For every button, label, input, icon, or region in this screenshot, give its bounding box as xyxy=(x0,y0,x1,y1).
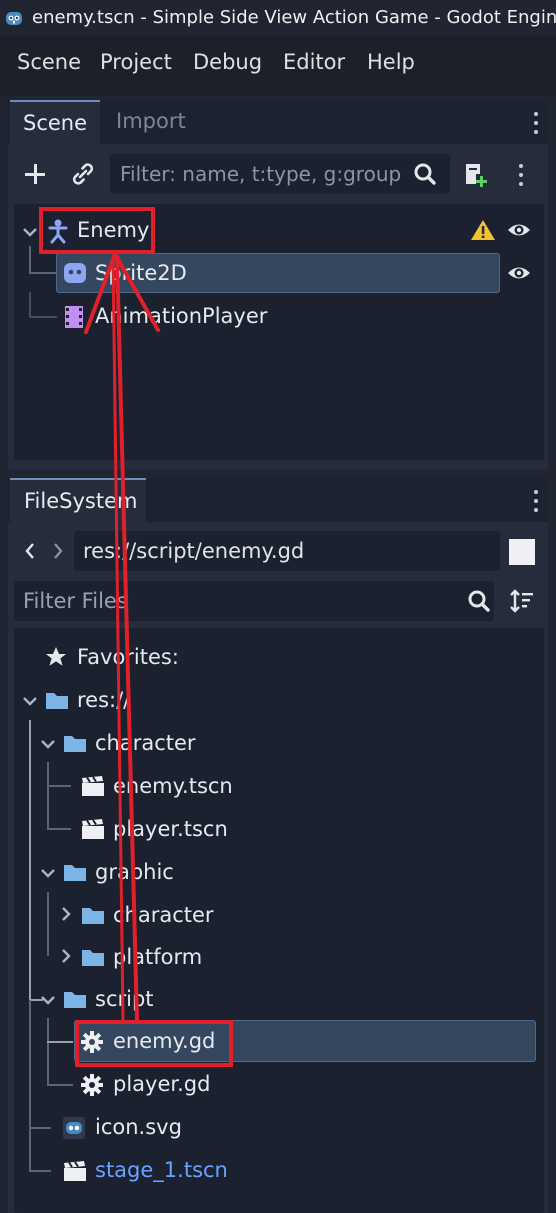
file-stage-1-tscn-label[interactable]: stage_1.tscn xyxy=(95,1158,228,1182)
file-enemy-tscn-label[interactable]: enemy.tscn xyxy=(113,774,233,798)
folder-icon xyxy=(64,865,86,881)
tree-guide-line xyxy=(29,1127,51,1129)
tree-guide-line xyxy=(29,720,31,1000)
godot-image-icon xyxy=(63,1117,85,1139)
tab-filesystem-label: FileSystem xyxy=(24,489,138,513)
tab-scene-label: Scene xyxy=(23,111,88,135)
window-title: enemy.tscn - Simple Side View Action Gam… xyxy=(32,7,556,28)
menu-project[interactable]: Project xyxy=(100,50,172,74)
collapse-arrow-icon[interactable] xyxy=(38,863,58,883)
menu-editor[interactable]: Editor xyxy=(283,50,345,74)
favorites-label[interactable]: Favorites: xyxy=(77,645,179,669)
folder-graphic-character-label[interactable]: character xyxy=(113,903,214,927)
collapse-arrow-icon[interactable] xyxy=(38,990,58,1010)
file-player-gd-label[interactable]: player.gd xyxy=(113,1072,210,1096)
visibility-eye-icon[interactable] xyxy=(506,262,532,284)
back-arrow-icon[interactable] xyxy=(20,540,40,562)
collapse-arrow-icon[interactable] xyxy=(20,222,40,242)
tree-guide-line xyxy=(47,785,71,787)
gear-script-icon xyxy=(81,1074,103,1096)
collapse-arrow-icon[interactable] xyxy=(20,691,40,711)
folder-icon xyxy=(64,736,86,752)
menu-bar: Scene Project Debug Editor Help xyxy=(0,36,556,96)
sprite2d-icon xyxy=(64,263,86,283)
tree-guide-line xyxy=(29,272,57,274)
node-animationplayer-label[interactable]: AnimationPlayer xyxy=(95,304,267,328)
filesystem-dock-menu-icon[interactable] xyxy=(533,488,539,514)
tree-guide-line xyxy=(29,1170,51,1172)
add-node-icon[interactable] xyxy=(18,157,52,191)
filter-files-input[interactable]: Filter Files xyxy=(14,581,494,621)
tab-filesystem[interactable]: FileSystem xyxy=(10,478,146,522)
filter-files-placeholder: Filter Files xyxy=(23,589,128,613)
folder-graphic-label[interactable]: graphic xyxy=(95,860,174,884)
folder-script-label[interactable]: script xyxy=(95,987,154,1011)
annotation-highlight-enemy-gd xyxy=(75,1020,233,1067)
scene-dock-menu-icon[interactable] xyxy=(533,110,539,136)
search-icon xyxy=(414,163,436,185)
file-icon-svg-label[interactable]: icon.svg xyxy=(95,1115,182,1139)
folder-icon xyxy=(64,992,86,1008)
tree-guide-line xyxy=(47,1018,49,1084)
node-sprite2d-label: Sprite2D xyxy=(95,261,187,285)
collapse-arrow-icon[interactable] xyxy=(38,734,58,754)
star-icon xyxy=(46,647,66,666)
godot-logo-icon xyxy=(6,12,22,25)
tree-guide-line xyxy=(29,1000,31,1172)
search-icon xyxy=(468,590,490,612)
tree-guide-line xyxy=(47,828,71,830)
filesystem-path-text: res://script/enemy.gd xyxy=(83,539,305,563)
tree-guide-line xyxy=(29,246,31,274)
menu-scene[interactable]: Scene xyxy=(17,50,81,74)
animation-player-icon xyxy=(65,306,83,328)
folder-icon xyxy=(82,908,104,924)
attach-script-icon[interactable] xyxy=(458,157,492,191)
instantiate-scene-link-icon[interactable] xyxy=(66,157,100,191)
folder-icon xyxy=(46,693,68,709)
toggle-split-mode-icon[interactable] xyxy=(509,539,535,565)
scene-file-icon xyxy=(82,819,104,839)
filesystem-path-field[interactable]: res://script/enemy.gd xyxy=(74,531,500,571)
menu-help[interactable]: Help xyxy=(367,50,415,74)
forward-arrow-icon[interactable] xyxy=(48,540,68,562)
res-root-label[interactable]: res:// xyxy=(77,688,130,712)
tree-guide-line xyxy=(29,316,57,318)
tab-scene[interactable]: Scene xyxy=(10,100,100,144)
window-titlebar: enemy.tscn - Simple Side View Action Gam… xyxy=(0,0,556,36)
scene-file-icon xyxy=(64,1161,86,1181)
scene-file-icon xyxy=(82,776,104,796)
annotation-highlight-enemy xyxy=(39,207,155,254)
scene-filter-input[interactable]: Filter: name, t:type, g:group xyxy=(110,154,450,194)
tree-guide-line xyxy=(47,762,49,830)
expand-arrow-icon[interactable] xyxy=(56,946,76,966)
tree-guide-line xyxy=(47,1041,73,1043)
folder-character-label[interactable]: character xyxy=(95,731,196,755)
menu-debug[interactable]: Debug xyxy=(193,50,262,74)
tab-import[interactable]: Import xyxy=(116,109,186,133)
visibility-eye-icon[interactable] xyxy=(506,219,532,241)
folder-icon xyxy=(82,950,104,966)
tree-guide-line xyxy=(29,292,31,316)
warning-icon[interactable] xyxy=(470,218,496,242)
tree-guide-line xyxy=(47,1084,73,1086)
scene-filter-placeholder: Filter: name, t:type, g:group xyxy=(120,162,402,186)
file-player-tscn-label[interactable]: player.tscn xyxy=(113,817,228,841)
tree-guide-line xyxy=(47,892,49,956)
scene-options-icon[interactable] xyxy=(518,162,524,188)
sort-icon[interactable] xyxy=(508,587,536,615)
folder-platform-label[interactable]: platform xyxy=(113,945,202,969)
expand-arrow-icon[interactable] xyxy=(56,904,76,924)
